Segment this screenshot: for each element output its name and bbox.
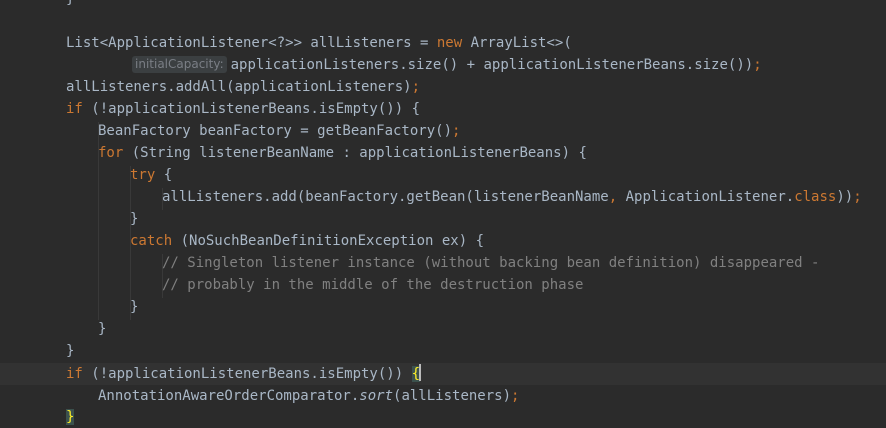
code-line[interactable]: List<ApplicationListener<?>> allListener… bbox=[0, 32, 886, 54]
code-text: initialCapacity: applicationListeners.siz… bbox=[132, 54, 762, 76]
code-line[interactable]: } bbox=[0, 318, 886, 340]
code-line[interactable]: allListeners.add(beanFactory.getBean(lis… bbox=[0, 186, 886, 208]
code-text: if (!applicationListenerBeans.isEmpty())… bbox=[66, 101, 421, 117]
matched-brace: } bbox=[66, 409, 75, 425]
code-comment: // Singleton listener instance (without … bbox=[162, 255, 820, 271]
code-line[interactable]: } bbox=[0, 406, 886, 428]
code-text: } bbox=[66, 0, 74, 10]
parameter-hint: initialCapacity: bbox=[132, 56, 227, 73]
code-text: try { bbox=[130, 167, 173, 183]
code-line[interactable]: } bbox=[0, 0, 886, 10]
text-caret bbox=[419, 364, 422, 381]
code-comment: // probably in the middle of the destruc… bbox=[162, 277, 584, 293]
code-text: } bbox=[98, 321, 107, 337]
code-line[interactable]: try { bbox=[0, 164, 886, 186]
code-line[interactable]: } bbox=[0, 296, 886, 318]
code-line[interactable]: for (String listenerBeanName : applicati… bbox=[0, 142, 886, 164]
code-line[interactable]: allListeners.addAll(applicationListeners… bbox=[0, 76, 886, 98]
code-text: for (String listenerBeanName : applicati… bbox=[98, 145, 587, 161]
code-text: } bbox=[66, 343, 75, 359]
code-editor[interactable]: } List<ApplicationListener<?>> allListen… bbox=[0, 0, 886, 428]
code-line[interactable]: initialCapacity: applicationListeners.siz… bbox=[0, 54, 886, 76]
code-line[interactable]: AnnotationAwareOrderComparator.sort(allL… bbox=[0, 385, 886, 407]
code-text: List<ApplicationListener<?>> allListener… bbox=[66, 35, 572, 51]
code-text: } bbox=[66, 406, 75, 428]
code-line[interactable]: } bbox=[0, 208, 886, 230]
current-code-line[interactable]: if (!applicationListenerBeans.isEmpty())… bbox=[0, 363, 886, 385]
code-line[interactable]: catch (NoSuchBeanDefinitionException ex)… bbox=[0, 230, 886, 252]
code-text: } bbox=[130, 299, 139, 315]
code-text: BeanFactory beanFactory = getBeanFactory… bbox=[98, 123, 461, 139]
code-text: catch (NoSuchBeanDefinitionException ex)… bbox=[130, 233, 485, 249]
code-text: AnnotationAwareOrderComparator.sort(allL… bbox=[98, 388, 520, 404]
code-text: allListeners.add(beanFactory.getBean(lis… bbox=[162, 189, 862, 205]
code-text: if (!applicationListenerBeans.isEmpty())… bbox=[66, 364, 422, 382]
code-line[interactable]: // Singleton listener instance (without … bbox=[0, 252, 886, 274]
code-text: allListeners.addAll(applicationListeners… bbox=[66, 79, 421, 95]
code-line[interactable]: BeanFactory beanFactory = getBeanFactory… bbox=[0, 120, 886, 142]
code-line[interactable]: // probably in the middle of the destruc… bbox=[0, 274, 886, 296]
code-line[interactable]: } bbox=[0, 340, 886, 362]
code-text: } bbox=[130, 211, 139, 227]
code-line[interactable]: if (!applicationListenerBeans.isEmpty())… bbox=[0, 98, 886, 120]
